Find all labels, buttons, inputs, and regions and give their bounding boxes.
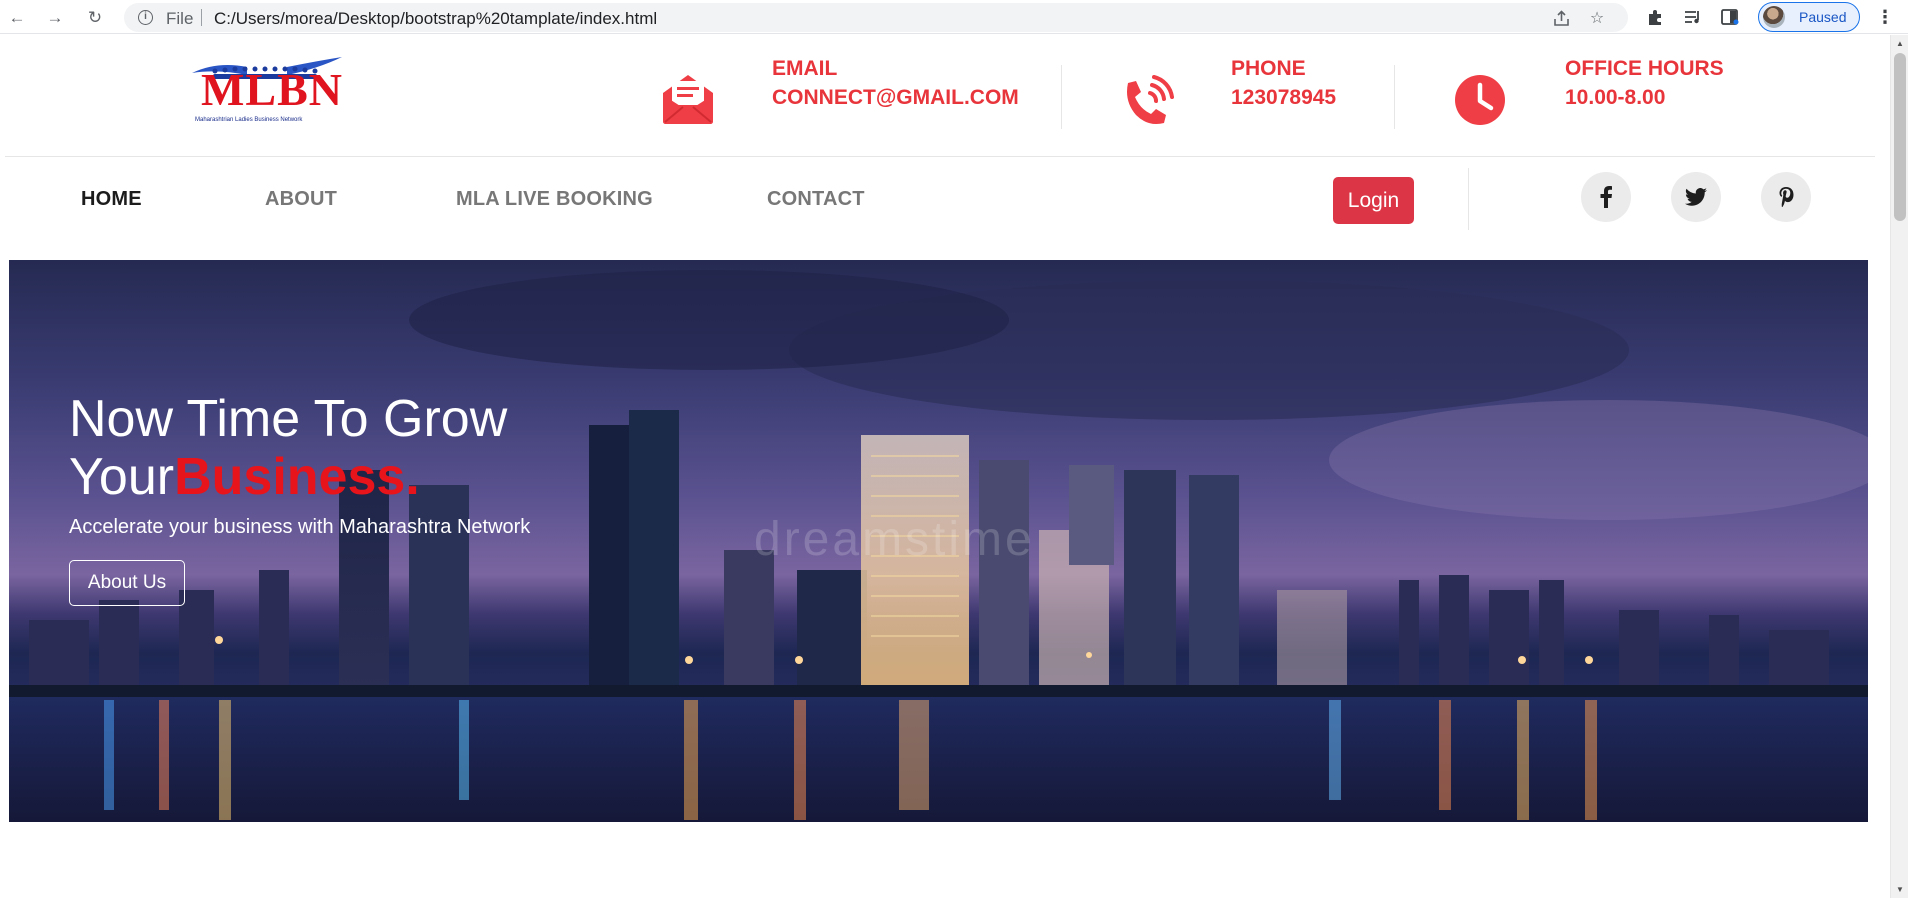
page-scrollbar[interactable]: ▲ ▼ <box>1890 35 1908 898</box>
share-icon[interactable] <box>1550 7 1572 29</box>
about-us-button[interactable]: About Us <box>69 560 185 606</box>
scroll-down-arrow-icon[interactable]: ▼ <box>1896 885 1904 894</box>
nav-mla-live-booking[interactable]: MLA LIVE BOOKING <box>456 188 653 211</box>
nav-about[interactable]: ABOUT <box>265 188 337 211</box>
phone-icon <box>1120 73 1174 132</box>
side-panel-icon[interactable] <box>1719 6 1741 28</box>
phone-label: PHONE <box>1231 57 1306 80</box>
address-bar[interactable]: i File C:/Users/morea/Desktop/bootstrap%… <box>124 3 1628 32</box>
nav-contact[interactable]: CONTACT <box>767 188 865 211</box>
browser-toolbar: ← → ↻ i File C:/Users/morea/Desktop/boot… <box>0 0 1908 34</box>
scroll-up-arrow-icon[interactable]: ▲ <box>1896 39 1904 48</box>
site-info-icon[interactable]: i <box>138 10 153 25</box>
profile-status: Paused <box>1799 9 1847 25</box>
email-value[interactable]: CONNECT@GMAIL.COM <box>772 86 1019 110</box>
watermark-text: dreamstime <box>754 513 1035 566</box>
reload-icon[interactable]: ↻ <box>84 6 106 28</box>
facebook-icon[interactable] <box>1581 172 1631 222</box>
hero-subtitle: Accelerate your business with Maharashtr… <box>69 516 531 538</box>
clock-icon <box>1453 73 1507 132</box>
extensions-icon[interactable] <box>1644 6 1666 28</box>
hours-value: 10.00-8.00 <box>1565 86 1666 109</box>
logo-text: MLBN <box>201 64 343 115</box>
hero-title-highlight: Business. <box>174 448 420 506</box>
hero-title-line2: YourBusiness. <box>69 448 507 506</box>
hours-label: OFFICE HOURS <box>1565 57 1724 80</box>
hero-title-word: Your <box>69 448 175 506</box>
login-button[interactable]: Login <box>1333 177 1414 224</box>
avatar <box>1763 6 1785 28</box>
logo-tagline: Maharashtrian Ladies Business Network <box>195 117 303 123</box>
nav-home[interactable]: HOME <box>81 188 142 211</box>
phone-value[interactable]: 123078945 <box>1231 86 1336 110</box>
web-page: MLBN Maharashtrian Ladies Business Netwo… <box>0 35 1890 898</box>
divider <box>1468 168 1469 230</box>
pinterest-icon[interactable] <box>1761 172 1811 222</box>
scrollbar-thumb[interactable] <box>1894 53 1906 221</box>
divider <box>1061 65 1062 129</box>
hero-banner: dreamstime Now Time To Grow YourBusiness… <box>9 260 1868 822</box>
profile-button[interactable]: Paused <box>1758 2 1860 32</box>
twitter-icon[interactable] <box>1671 172 1721 222</box>
forward-icon[interactable]: → <box>44 6 66 28</box>
hero-title-line1: Now Time To Grow <box>69 390 508 448</box>
divider <box>1394 65 1395 129</box>
url-separator <box>201 9 202 26</box>
email-label: EMAIL <box>772 57 838 80</box>
media-control-icon[interactable] <box>1682 6 1704 28</box>
hero-title: Now Time To Grow YourBusiness. <box>69 390 507 506</box>
mail-icon <box>661 73 715 130</box>
menu-icon[interactable]: ⋮ <box>1874 6 1896 28</box>
header-divider <box>5 156 1875 157</box>
site-logo[interactable]: MLBN Maharashtrian Ladies Business Netwo… <box>187 55 347 129</box>
url-text[interactable]: C:/Users/morea/Desktop/bootstrap%20tampl… <box>214 9 657 29</box>
url-scheme: File <box>166 9 194 28</box>
back-icon[interactable]: ← <box>6 6 28 28</box>
bookmark-star-icon[interactable]: ☆ <box>1586 7 1608 29</box>
